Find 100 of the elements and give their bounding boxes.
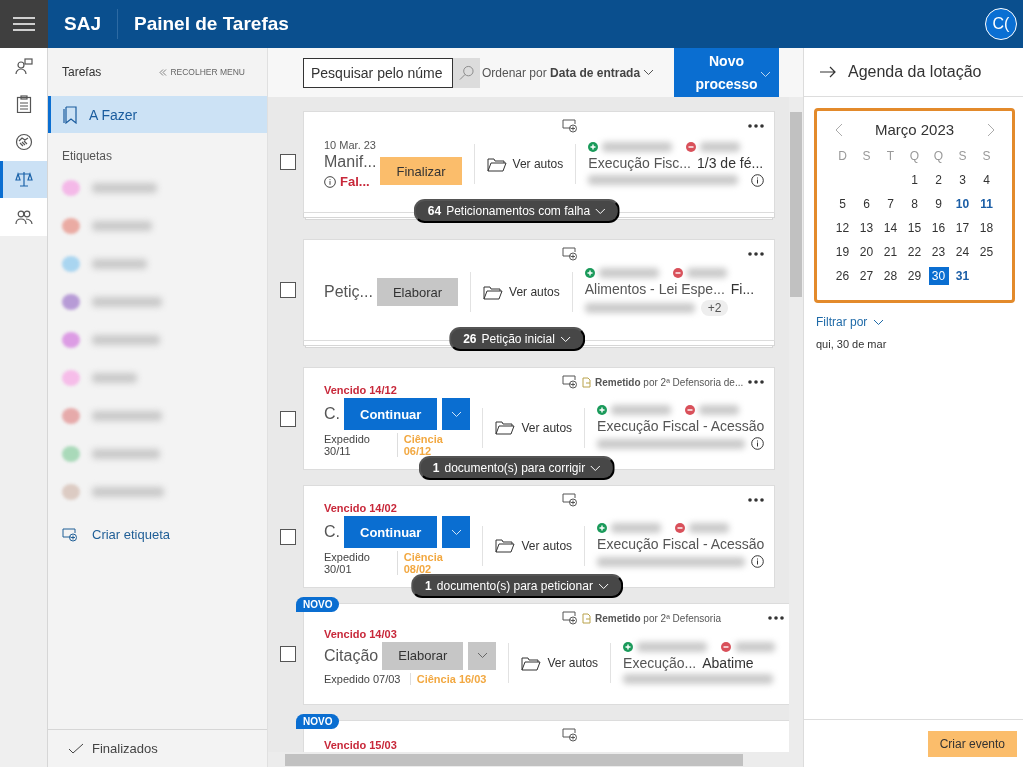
calendar-day[interactable]: 1 bbox=[904, 171, 925, 189]
month-title: Março 2023 bbox=[874, 121, 955, 138]
group-toggle[interactable]: 64 Peticionamentos com falha bbox=[413, 199, 621, 223]
calendar-day[interactable]: 29 bbox=[904, 267, 925, 285]
info-icon[interactable] bbox=[751, 555, 764, 568]
weekday-label: S bbox=[861, 148, 872, 165]
minus-icon bbox=[675, 523, 686, 533]
redacted-text bbox=[92, 373, 137, 383]
finished-link[interactable]: Finalizados bbox=[48, 729, 267, 767]
calendar-day[interactable]: 2 bbox=[928, 171, 949, 189]
nav-item[interactable] bbox=[0, 160, 47, 198]
weekday-label: S bbox=[981, 148, 992, 165]
menu-button[interactable] bbox=[0, 0, 48, 48]
calendar-day[interactable]: 11 bbox=[976, 195, 997, 213]
task-checkbox[interactable] bbox=[280, 154, 296, 170]
view-records-link[interactable]: Ver autos bbox=[521, 655, 599, 671]
calendar-day[interactable]: 19 bbox=[832, 243, 853, 261]
calendar-day[interactable]: 21 bbox=[880, 243, 901, 261]
tag-add-icon[interactable] bbox=[562, 247, 578, 261]
info-icon[interactable] bbox=[751, 173, 764, 187]
arrow-right-icon[interactable] bbox=[820, 66, 836, 78]
calendar-day[interactable]: 31 bbox=[952, 267, 973, 285]
calendar-day[interactable]: 26 bbox=[832, 267, 853, 285]
search-field[interactable]: Pesquisar pelo núme bbox=[303, 57, 453, 88]
calendar-day[interactable]: 27 bbox=[856, 267, 877, 285]
calendar-day[interactable]: 3 bbox=[952, 171, 973, 189]
task-checkbox[interactable] bbox=[280, 410, 296, 427]
view-records-link[interactable]: Ver autos bbox=[486, 156, 564, 172]
info-icon[interactable] bbox=[751, 437, 764, 450]
calendar-day[interactable]: 8 bbox=[904, 195, 925, 213]
calendar-day[interactable]: 14 bbox=[880, 219, 901, 237]
redacted-text bbox=[92, 259, 147, 269]
dropdown-button[interactable] bbox=[442, 516, 471, 548]
user-avatar[interactable]: C( bbox=[985, 8, 1017, 40]
calendar-day[interactable]: 5 bbox=[832, 195, 853, 213]
error-text: Fal... bbox=[340, 174, 370, 189]
calendar-day[interactable]: 4 bbox=[976, 171, 997, 189]
calendar-day[interactable]: 28 bbox=[880, 267, 901, 285]
more-options-button[interactable] bbox=[748, 124, 764, 128]
create-event-button[interactable]: Criar evento bbox=[927, 730, 1017, 757]
calendar-day[interactable]: 25 bbox=[976, 243, 997, 261]
tag-add-icon[interactable] bbox=[562, 611, 578, 625]
calendar-day[interactable]: 15 bbox=[904, 219, 925, 237]
new-flag: NOVO bbox=[296, 714, 340, 729]
view-records-link[interactable]: Ver autos bbox=[483, 284, 560, 300]
more-options-button[interactable] bbox=[768, 616, 784, 620]
more-options-button[interactable] bbox=[748, 380, 764, 384]
dropdown-button[interactable] bbox=[442, 398, 471, 430]
plus-icon bbox=[588, 141, 599, 152]
calendar-day[interactable]: 16 bbox=[928, 219, 949, 237]
filter-dropdown[interactable]: Filtrar por bbox=[816, 315, 885, 329]
calendar-day[interactable]: 12 bbox=[832, 219, 853, 237]
case-detail: Abatime bbox=[702, 655, 754, 671]
group-toggle[interactable]: 26 Petição inicial bbox=[449, 327, 585, 351]
calendar-day[interactable]: 13 bbox=[856, 219, 877, 237]
notice-date: Ciência 16/03 bbox=[415, 672, 488, 685]
folder-icon bbox=[495, 538, 516, 553]
group-toggle[interactable]: 1 documento(s) para peticionar bbox=[411, 574, 623, 598]
new-process-button[interactable]: Novo processo bbox=[674, 48, 779, 97]
weekday-label: S bbox=[957, 148, 968, 165]
tag-add-icon[interactable] bbox=[562, 728, 578, 742]
task-checkbox[interactable] bbox=[280, 282, 296, 298]
task-checkbox[interactable] bbox=[280, 528, 296, 545]
continue-button[interactable]: Continuar bbox=[344, 516, 438, 548]
sidebar-item[interactable]: A Fazer bbox=[48, 96, 267, 133]
calendar-day[interactable]: 7 bbox=[880, 195, 901, 213]
tag-add-icon[interactable] bbox=[562, 119, 578, 133]
view-records-link[interactable]: Ver autos bbox=[495, 420, 573, 435]
draft-button[interactable]: Elaborar bbox=[376, 278, 459, 306]
sent-by-text: Remetido por 2ª Defensoria de... bbox=[595, 376, 744, 388]
calendar-day[interactable]: 9 bbox=[928, 195, 949, 213]
calendar-day[interactable]: 17 bbox=[952, 219, 973, 237]
view-records-link[interactable]: Ver autos bbox=[495, 538, 573, 553]
more-options-button[interactable] bbox=[748, 252, 764, 256]
continue-button[interactable]: Continuar bbox=[344, 398, 438, 430]
tag-add-icon[interactable] bbox=[562, 375, 578, 389]
tag-add-icon[interactable] bbox=[62, 527, 78, 542]
redacted-text bbox=[92, 449, 160, 459]
draft-button[interactable]: Elaborar bbox=[382, 641, 464, 670]
calendar-day[interactable]: 30 bbox=[928, 267, 949, 285]
group-toggle[interactable]: 1 documento(s) para corrigir bbox=[418, 456, 616, 480]
finalize-button[interactable]: Finalizar bbox=[380, 157, 462, 185]
tag-add-icon[interactable] bbox=[562, 493, 578, 507]
plus-icon bbox=[597, 405, 608, 415]
sort-dropdown[interactable]: Ordenar por Data de entrada bbox=[482, 65, 655, 80]
calendar-day[interactable]: 22 bbox=[904, 243, 925, 261]
folder-icon bbox=[486, 156, 507, 172]
weekday-label: T bbox=[885, 148, 896, 165]
create-tag-link[interactable]: Criar etiqueta bbox=[48, 511, 267, 558]
calendar-day[interactable]: 10 bbox=[952, 195, 973, 213]
case-detail: 1/3 de fé... bbox=[697, 154, 764, 171]
task-checkbox[interactable] bbox=[280, 646, 296, 662]
collapse-menu-button[interactable]: RECOLHER MENU bbox=[159, 67, 245, 77]
calendar-day[interactable]: 24 bbox=[952, 243, 973, 261]
calendar-day[interactable]: 6 bbox=[856, 195, 877, 213]
calendar-day[interactable]: 20 bbox=[856, 243, 877, 261]
calendar-day[interactable]: 18 bbox=[976, 219, 997, 237]
plus-icon bbox=[623, 642, 634, 652]
more-options-button[interactable] bbox=[748, 498, 764, 502]
calendar-day[interactable]: 23 bbox=[928, 243, 949, 261]
